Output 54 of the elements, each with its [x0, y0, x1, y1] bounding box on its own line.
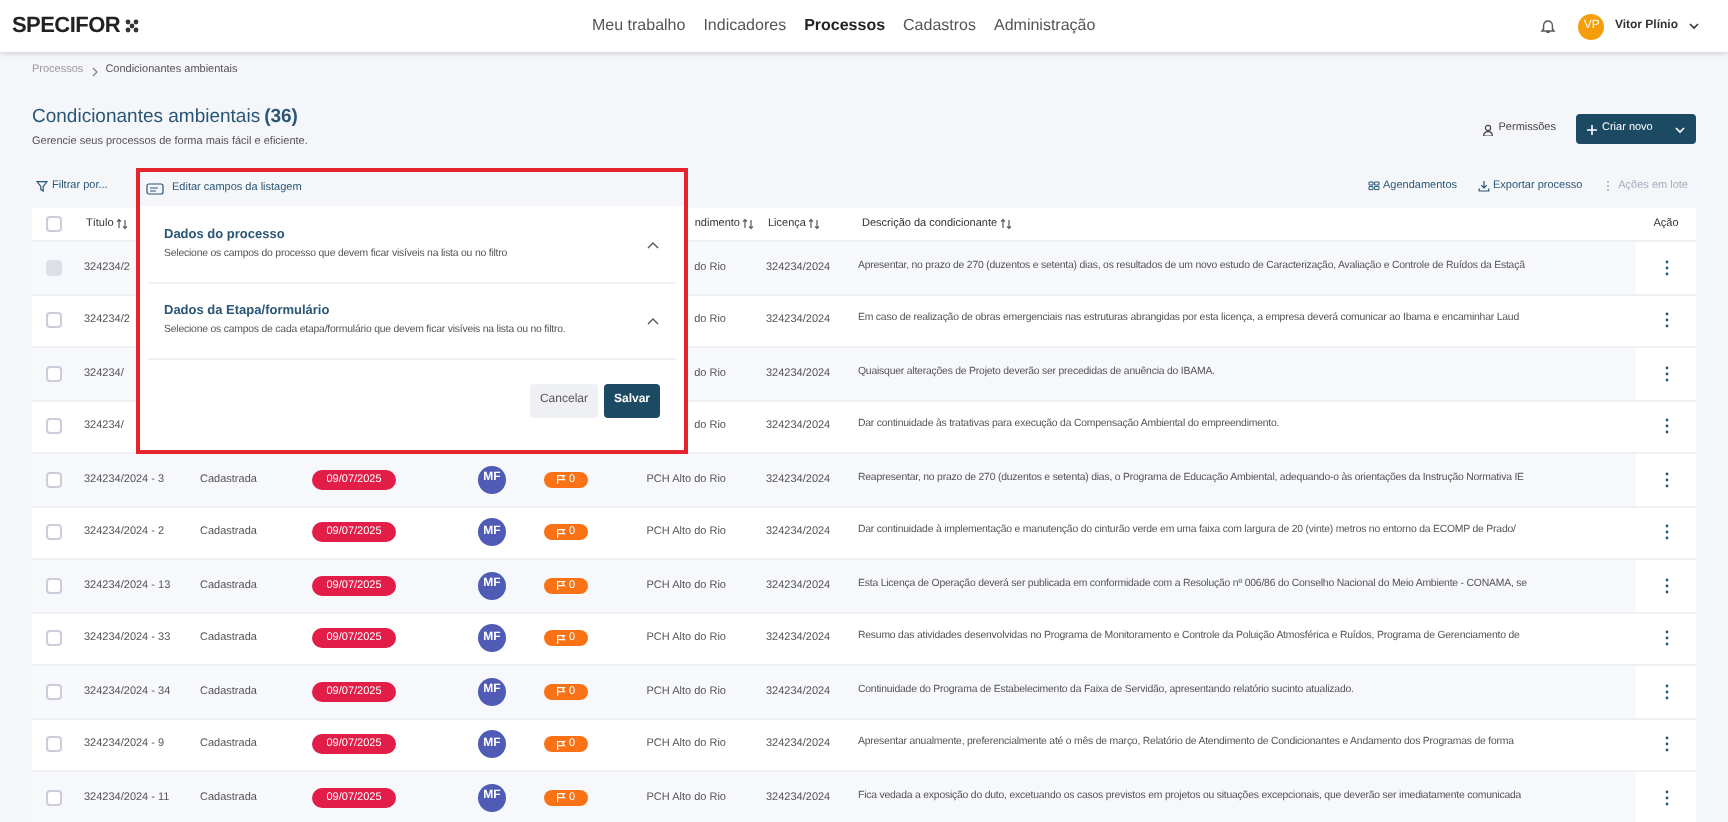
kebab-menu-icon[interactable] — [1663, 259, 1669, 276]
download-icon — [1477, 180, 1489, 192]
kebab-menu-icon[interactable] — [1663, 365, 1669, 382]
kebab-menu-icon[interactable] — [1663, 630, 1669, 647]
kebab-menu-icon[interactable] — [1663, 789, 1669, 806]
flag-icon — [556, 739, 567, 750]
sort-icon[interactable] — [742, 218, 754, 230]
kebab-menu-icon[interactable] — [1663, 418, 1669, 435]
checkbox[interactable] — [45, 471, 61, 488]
bell-icon[interactable] — [1540, 18, 1557, 34]
page-title: Condicionantes ambientais — [32, 103, 261, 131]
logo-dots-icon — [124, 18, 141, 34]
flag-icon — [556, 792, 567, 803]
page-count: (36) — [264, 103, 298, 131]
chevron-up-icon[interactable] — [646, 239, 660, 251]
checkbox[interactable] — [45, 524, 61, 541]
nav-link[interactable]: Meu trabalho — [592, 14, 686, 38]
kebab-menu-icon[interactable] — [1663, 524, 1669, 541]
flag-icon — [556, 474, 567, 485]
checkbox[interactable] — [45, 630, 61, 647]
kebab-menu-icon[interactable] — [1663, 736, 1669, 753]
flag-icon — [556, 686, 567, 697]
checkbox[interactable] — [45, 683, 61, 700]
checkbox[interactable] — [45, 789, 61, 806]
plus-icon — [1586, 123, 1598, 135]
checkbox[interactable] — [45, 365, 61, 382]
chevron-down-icon[interactable] — [1688, 20, 1700, 32]
checkbox[interactable] — [45, 736, 61, 753]
sort-icon[interactable] — [807, 218, 820, 230]
checkbox[interactable] — [45, 216, 61, 232]
logo-text: SPECIFOR — [12, 11, 121, 42]
flag-icon — [556, 580, 567, 591]
sort-icon[interactable] — [115, 218, 128, 230]
chevron-up-icon[interactable] — [646, 315, 660, 327]
kebab-menu-icon[interactable] — [1663, 683, 1669, 700]
checkbox[interactable] — [45, 312, 61, 329]
user-icon — [1482, 123, 1495, 135]
checkbox[interactable] — [45, 577, 61, 594]
nav-link[interactable]: Indicadores — [703, 14, 787, 38]
flag-icon — [556, 633, 567, 644]
filter-icon — [36, 180, 48, 192]
chevron-right-icon — [89, 65, 100, 77]
checkbox[interactable] — [45, 418, 61, 435]
nav-link[interactable]: Cadastros — [903, 14, 976, 38]
grid-icon — [1367, 180, 1379, 192]
nav-link[interactable]: Processos — [804, 14, 886, 38]
kebab-menu-icon[interactable] — [1663, 577, 1669, 594]
sort-icon[interactable] — [999, 218, 1012, 230]
flag-icon — [556, 527, 567, 538]
kebab-menu-icon[interactable] — [1663, 471, 1669, 488]
edit-list-icon — [146, 182, 164, 196]
kebab-menu-icon[interactable] — [1663, 312, 1669, 329]
nav-link[interactable]: Administração — [994, 14, 1096, 38]
chevron-down-icon — [1674, 123, 1686, 135]
